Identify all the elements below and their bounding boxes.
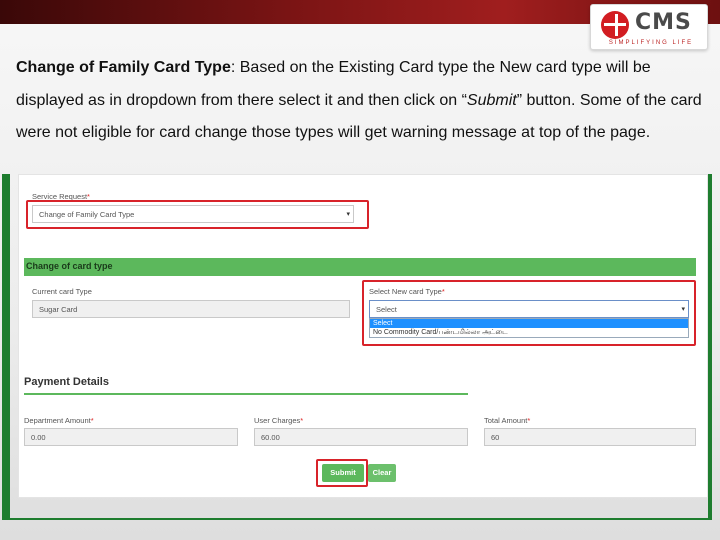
department-amount-label: Department Amount* (24, 416, 94, 425)
instruction-submit-word: Submit (466, 91, 517, 109)
instruction-heading: Change of Family Card Type (16, 59, 231, 76)
cms-logo-icon (601, 11, 629, 39)
instruction-text: Change of Family Card Type: Based on the… (16, 52, 706, 150)
frame-bottom-border (2, 518, 712, 520)
user-charges-label: User Charges* (254, 416, 304, 425)
current-card-type-label: Current card Type (32, 287, 92, 296)
frame-right-border (708, 174, 712, 520)
section-title-change-card-type: Change of card type (24, 258, 696, 276)
submit-highlight (316, 459, 368, 487)
current-card-type-field: Sugar Card (32, 300, 350, 318)
payment-details-title: Payment Details (24, 376, 109, 388)
new-card-type-highlight (362, 280, 696, 346)
total-amount-label: Total Amount* (484, 416, 531, 425)
frame-left-border (2, 174, 10, 520)
cms-logo: CMS SIMPLIFYING LIFE (590, 4, 708, 50)
service-request-highlight (26, 200, 369, 229)
payment-details-underline (24, 393, 468, 395)
total-amount-field: 60 (484, 428, 696, 446)
logo-tagline: SIMPLIFYING LIFE (608, 40, 694, 46)
clear-button[interactable]: Clear (368, 464, 396, 482)
logo-wordmark: CMS (635, 10, 692, 35)
department-amount-field: 0.00 (24, 428, 238, 446)
user-charges-field: 60.00 (254, 428, 468, 446)
